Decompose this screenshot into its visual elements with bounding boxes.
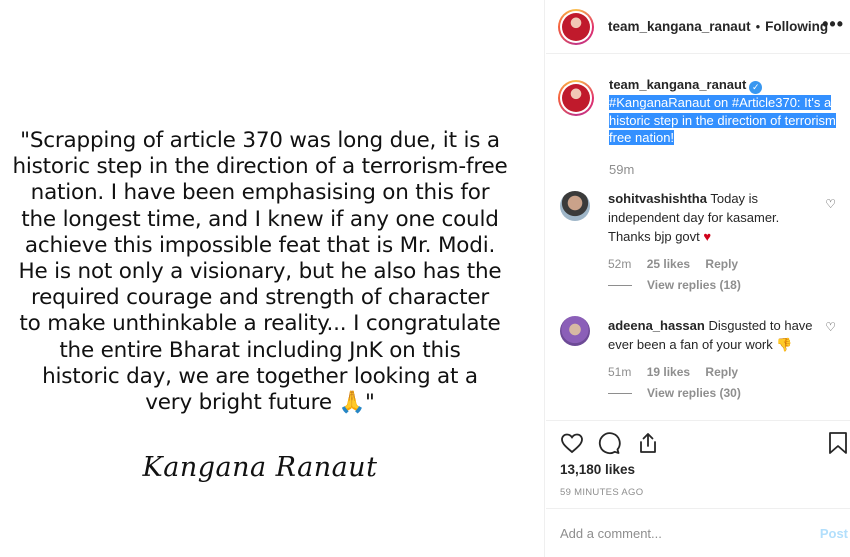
caption-avatar[interactable] bbox=[558, 80, 594, 116]
quote-line: He is not only a visionary, but he also … bbox=[18, 259, 502, 285]
quote-line: historic step in the direction of a terr… bbox=[12, 154, 508, 180]
caption-text: #KanganaRanaut on #Article370: It's a hi… bbox=[609, 95, 836, 145]
caption-username[interactable]: team_kangana_ranaut bbox=[609, 77, 746, 92]
avatar[interactable] bbox=[558, 8, 594, 45]
comment-username[interactable]: sohitvashishtha bbox=[608, 191, 707, 206]
comment-time[interactable]: 51m bbox=[608, 365, 631, 379]
like-comment-heart-icon[interactable]: ♡ bbox=[825, 320, 836, 334]
comment-likes[interactable]: 25 likes bbox=[647, 257, 690, 271]
quote-line: to make unthinkable a reality... I congr… bbox=[19, 311, 501, 337]
comment-time[interactable]: 52m bbox=[608, 257, 631, 271]
reply-button[interactable]: Reply bbox=[705, 365, 738, 379]
comment-avatar[interactable] bbox=[560, 316, 590, 346]
quote-line: achieve this impossible feat that is Mr.… bbox=[24, 232, 496, 258]
add-comment-input[interactable] bbox=[560, 525, 790, 541]
share-icon[interactable] bbox=[636, 431, 660, 460]
quote-line: "Scrapping of article 370 was long due, … bbox=[20, 128, 500, 153]
following-button[interactable]: Following bbox=[765, 19, 828, 34]
separator-dot: • bbox=[755, 19, 761, 34]
comment-avatar[interactable] bbox=[560, 191, 590, 221]
quote-line: very bright future 🙏" bbox=[145, 390, 375, 416]
quote-line: required courage and strength of charact… bbox=[30, 285, 490, 311]
post-time-ago[interactable]: 59 MINUTES AGO bbox=[560, 487, 643, 498]
post-quote: "Scrapping of article 370 was long due, … bbox=[0, 128, 520, 416]
post-header: team_kangana_ranaut • Following ••• bbox=[546, 0, 850, 54]
signature: Kangana Ranaut bbox=[142, 452, 378, 483]
more-options-icon[interactable]: ••• bbox=[822, 14, 844, 35]
likes-count[interactable]: 13,180 likes bbox=[560, 462, 635, 477]
caption: team_kangana_ranaut ✓ #KanganaRanaut on #… bbox=[546, 76, 850, 178]
comment-likes[interactable]: 19 likes bbox=[647, 365, 690, 379]
thumbs-down-emoji: 👎 bbox=[776, 337, 793, 352]
comment-username[interactable]: adeena_hassan bbox=[608, 318, 705, 333]
save-bookmark-icon[interactable] bbox=[828, 431, 848, 460]
post-button[interactable]: Post bbox=[820, 526, 848, 541]
quote-line: historic day, we are together looking at… bbox=[42, 363, 478, 389]
view-replies-button[interactable]: View replies (18) bbox=[608, 278, 741, 292]
quote-line: the entire Bharat including JnK on this bbox=[59, 337, 461, 363]
quote-line: nation. I have been emphasising on this … bbox=[30, 180, 490, 206]
post-image: "Scrapping of article 370 was long due, … bbox=[0, 0, 545, 557]
header-username[interactable]: team_kangana_ranaut bbox=[608, 19, 751, 34]
red-heart-emoji: ♥ bbox=[703, 229, 712, 244]
like-comment-heart-icon[interactable]: ♡ bbox=[825, 197, 836, 211]
comments-section: team_kangana_ranaut ✓ #KanganaRanaut on #… bbox=[546, 76, 850, 400]
comment-bubble-icon[interactable] bbox=[597, 431, 621, 460]
like-heart-icon[interactable] bbox=[560, 431, 584, 460]
quote-line: the longest time, and I knew if any one … bbox=[21, 206, 499, 232]
caption-time[interactable]: 59m bbox=[609, 161, 849, 179]
reply-button[interactable]: Reply bbox=[705, 257, 738, 271]
add-comment-bar: Post bbox=[546, 508, 850, 557]
verified-badge-icon: ✓ bbox=[749, 81, 763, 94]
post-sidebar: team_kangana_ranaut • Following ••• team… bbox=[546, 0, 850, 557]
view-replies-button[interactable]: View replies (30) bbox=[608, 386, 741, 400]
